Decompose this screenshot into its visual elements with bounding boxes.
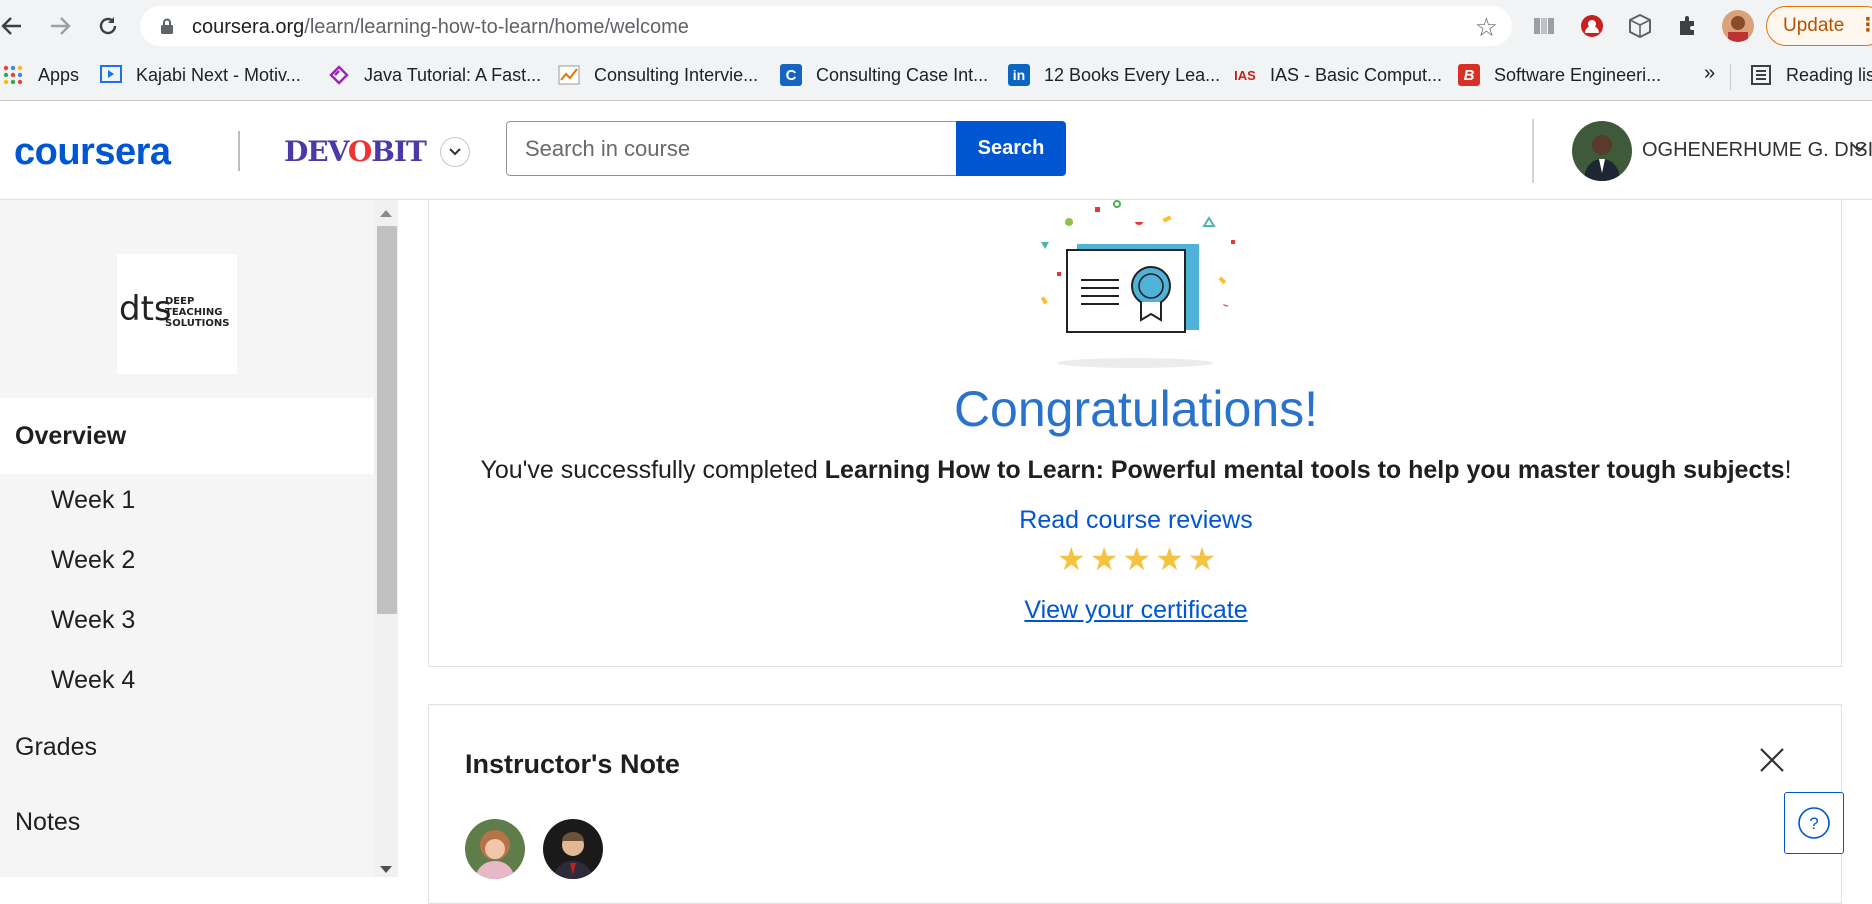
star-icon[interactable]: ★ (1057, 542, 1086, 576)
logo-divider (238, 131, 240, 171)
bookmark-consulting-case[interactable]: C Consulting Case Int... (780, 64, 988, 86)
header-divider (1532, 119, 1534, 183)
back-icon[interactable] (0, 10, 28, 42)
rating-stars[interactable]: ★ ★ ★ ★ ★ (1057, 542, 1216, 576)
sidebar-scroll-thumb[interactable] (377, 226, 397, 614)
forward-icon[interactable] (44, 10, 76, 42)
site-header: coursera DEVOBIT Search OGHENERHUME G. D… (0, 101, 1872, 200)
star-icon[interactable]: ★ (1122, 542, 1151, 576)
partner-dropdown-chevron-icon[interactable] (440, 137, 470, 167)
svg-text:DEEP: DEEP (165, 296, 194, 307)
svg-text:TEACHING: TEACHING (165, 307, 222, 318)
url-text: coursera.org/learn/learning-how-to-learn… (192, 16, 689, 38)
user-name[interactable]: OGHENERHUME G. DISI (1642, 139, 1872, 162)
svg-text:dts: dts (119, 289, 172, 329)
lock-icon (161, 18, 173, 34)
partner-logo-dts: dts DEEP TEACHING SOLUTIONS (117, 254, 237, 374)
user-avatar[interactable] (1572, 121, 1632, 181)
user-menu-chevron-icon[interactable] (1850, 141, 1868, 159)
bookmark-ias[interactable]: IAS IAS - Basic Comput... (1234, 64, 1442, 86)
extensions-puzzle-icon[interactable] (1674, 12, 1702, 40)
instructor-note-title: Instructor's Note (465, 749, 680, 779)
more-bookmarks-button[interactable]: » (1704, 62, 1715, 85)
bookmark-12-books[interactable]: in 12 Books Every Lea... (1008, 64, 1220, 86)
sidebar-item-grades[interactable]: Grades (0, 733, 374, 762)
search-button[interactable]: Search (956, 121, 1066, 176)
scroll-down-arrow-icon[interactable] (380, 866, 392, 873)
sidebar-item-week-3[interactable]: Week 3 (0, 606, 374, 635)
bookmark-java-tutorial[interactable]: Java Tutorial: A Fast... (328, 64, 541, 86)
b-logo-icon: B (1458, 64, 1480, 86)
bookmarks-bar: Apps Kajabi Next - Motiv... Java Tutoria… (0, 52, 1872, 101)
sidebar-item-week-1[interactable]: Week 1 (0, 486, 374, 515)
chart-icon (558, 64, 580, 86)
help-button[interactable]: ? (1784, 792, 1844, 854)
search-input[interactable] (506, 121, 958, 176)
bookmark-kajabi[interactable]: Kajabi Next - Motiv... (100, 64, 301, 86)
star-icon[interactable]: ★ (1155, 542, 1184, 576)
instructor-avatar[interactable] (465, 819, 525, 879)
reading-list-button[interactable]: Reading list (1750, 64, 1872, 86)
linkedin-icon: in (1008, 64, 1030, 86)
congratulations-card: Congratulations! You've successfully com… (428, 200, 1842, 667)
bookmark-consulting-interview[interactable]: Consulting Intervie... (558, 64, 758, 86)
extension-reader-icon[interactable] (1530, 12, 1558, 40)
update-button[interactable]: Update ⋮ (1766, 6, 1872, 46)
main-content: Congratulations! You've successfully com… (398, 200, 1872, 904)
extension-cube-icon[interactable] (1626, 12, 1654, 40)
reading-list-icon (1750, 64, 1772, 86)
bookmark-star-icon[interactable]: ☆ (1475, 12, 1498, 43)
sidebar-item-week-4[interactable]: Week 4 (0, 666, 374, 695)
partner-logo-devobit[interactable]: DEVOBIT (284, 135, 427, 168)
apps-grid-icon (2, 64, 24, 86)
svg-text:SOLUTIONS: SOLUTIONS (165, 318, 229, 329)
java-tutorial-icon (328, 64, 350, 86)
view-certificate-link[interactable]: View your certificate (429, 596, 1843, 625)
coursera-logo[interactable]: coursera (14, 131, 171, 174)
star-icon[interactable]: ★ (1090, 542, 1119, 576)
instructor-avatar[interactable] (543, 819, 603, 879)
browser-toolbar: coursera.org/learn/learning-how-to-learn… (0, 0, 1872, 52)
instructor-note-card: Instructor's Note (428, 704, 1842, 904)
c-logo-icon: C (780, 64, 802, 86)
close-icon[interactable] (1757, 745, 1787, 775)
bookmarks-divider (1730, 64, 1731, 90)
read-course-reviews-link[interactable]: Read course reviews (429, 506, 1843, 535)
course-sidebar: dts DEEP TEACHING SOLUTIONS Overview Wee… (0, 200, 398, 877)
completion-message: You've successfully completed Learning H… (480, 456, 1792, 484)
sidebar-item-overview[interactable]: Overview (0, 398, 374, 474)
extension-profile-icon[interactable] (1578, 12, 1606, 40)
bookmark-software-engineering[interactable]: B Software Engineeri... (1458, 64, 1661, 86)
address-bar[interactable]: coursera.org/learn/learning-how-to-learn… (140, 6, 1512, 46)
browser-profile-avatar[interactable] (1722, 10, 1754, 42)
course-name: Learning How to Learn: Powerful mental t… (824, 456, 1785, 484)
ias-icon: IAS (1234, 67, 1256, 83)
svg-text:?: ? (1809, 814, 1818, 833)
bookmark-apps[interactable]: Apps (2, 64, 79, 86)
sidebar-item-notes[interactable]: Notes (0, 808, 374, 837)
certificate-illustration-icon (1040, 200, 1235, 368)
reload-icon[interactable] (92, 10, 124, 42)
scroll-up-arrow-icon[interactable] (380, 210, 392, 217)
help-question-icon: ? (1798, 807, 1830, 839)
congratulations-title: Congratulations! (953, 381, 1319, 437)
star-icon[interactable]: ★ (1188, 542, 1217, 576)
kajabi-icon (100, 64, 122, 86)
sidebar-item-week-2[interactable]: Week 2 (0, 546, 374, 575)
